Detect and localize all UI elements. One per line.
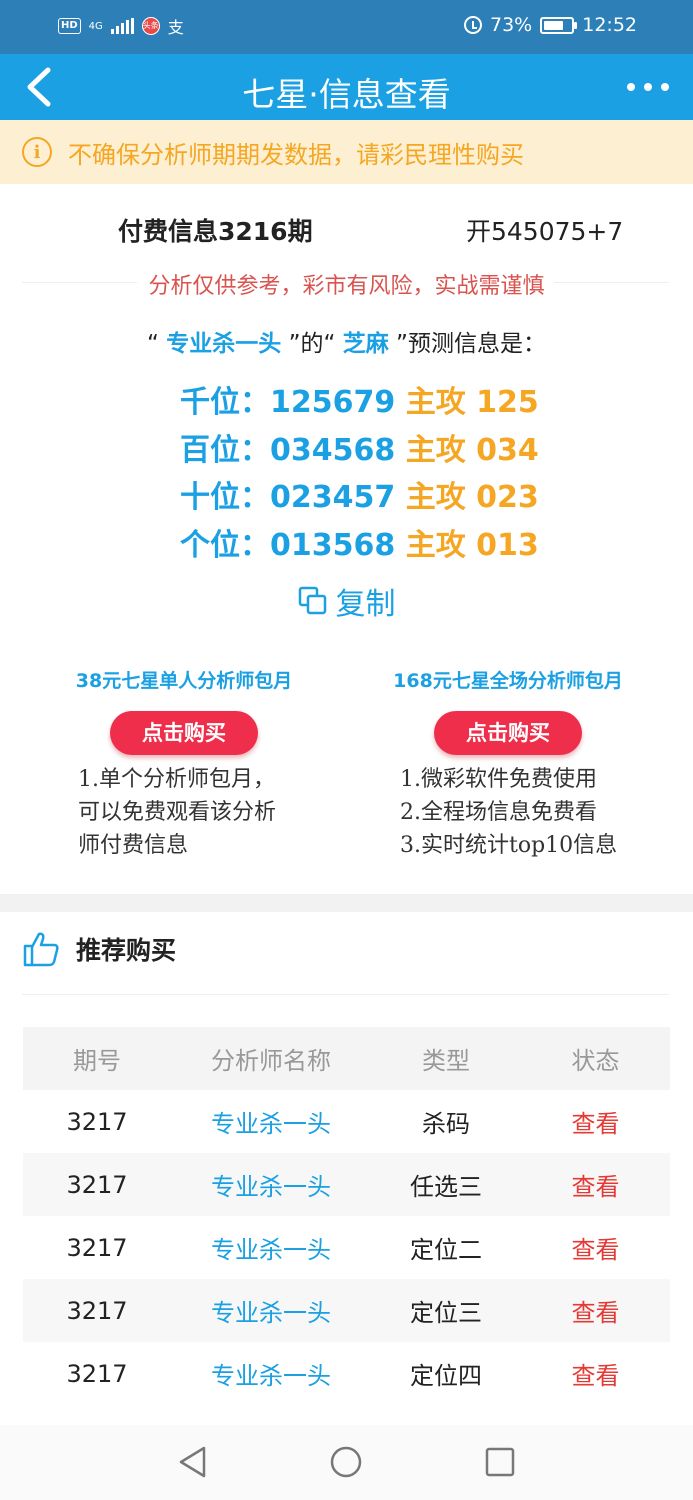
table-header: 期号 分析师名称 类型 状态 — [23, 1027, 670, 1090]
copy-icon — [298, 586, 326, 615]
analyst-link[interactable]: 专业杀一头 — [171, 1230, 371, 1265]
view-link[interactable]: 查看 — [521, 1104, 670, 1139]
quote-end: ”预测信息是： — [396, 331, 546, 357]
digit-row-thousands: 千位：125679 主攻 125 — [180, 385, 539, 420]
back-triangle-icon[interactable] — [176, 1445, 210, 1479]
table-row[interactable]: 3217 专业杀一头 任选三 查看 — [23, 1153, 670, 1216]
hd-icon: HD — [58, 18, 81, 34]
package-all-title: 168元七星全场分析师包月 — [393, 670, 623, 692]
table-row[interactable]: 3217 专业杀一头 定位三 查看 — [23, 1279, 670, 1342]
package-all-desc: 1.微彩软件免费使用 2.全程场信息免费看 3.实时统计top10信息 — [400, 767, 618, 858]
info-card: 付费信息3216期 开545075+7 分析仅供参考，彩市有风险，实战需谨慎 “… — [0, 184, 693, 894]
risk-warning: 分析仅供参考，彩市有风险，实战需谨慎 — [148, 274, 545, 299]
table-row[interactable]: 3217 专业杀一头 杀码 查看 — [23, 1090, 670, 1153]
recommend-section: 推荐购买 期号 分析师名称 类型 状态 3217 专业杀一头 杀码 查看 321… — [0, 912, 693, 1432]
analyst-link[interactable]: 专业杀一头 — [171, 1104, 371, 1139]
alipay-icon: 支 — [167, 18, 184, 37]
nickname: 芝麻 — [342, 331, 389, 357]
battery-icon — [540, 16, 578, 34]
analyst-name: 专业杀一头 — [166, 331, 282, 357]
col-status: 状态 — [571, 1047, 620, 1075]
recommend-title: 推荐购买 — [76, 936, 177, 965]
page-title: 七星·信息查看 — [242, 75, 451, 114]
copy-button[interactable]: 复制 — [0, 579, 693, 623]
view-link[interactable]: 查看 — [521, 1293, 670, 1328]
more-icon[interactable] — [625, 78, 671, 96]
battery-percent: 73% — [490, 14, 533, 36]
analyst-link[interactable]: 专业杀一头 — [171, 1167, 371, 1202]
nav-bar: 七星·信息查看 — [0, 54, 693, 120]
thumbs-up-icon — [23, 932, 59, 967]
recents-square-icon[interactable] — [483, 1445, 517, 1479]
info-icon: i — [22, 137, 52, 167]
notice-text: 不确保分析师期期发数据，请彩民理性购买 — [68, 140, 524, 169]
network-label: 4G — [88, 20, 103, 32]
prediction-digits: 千位：125679 主攻 125 百位：034568 主攻 034 十位：023… — [180, 379, 539, 569]
col-type: 类型 — [422, 1047, 470, 1075]
digit-row-units: 个位：013568 主攻 013 — [180, 527, 539, 563]
battery-fill — [544, 20, 564, 30]
package-all: 168元七星全场分析师包月 点击购买 1.微彩软件免费使用 2.全程场信息免费看 3… — [378, 666, 638, 862]
signal-icon — [110, 18, 134, 34]
clock: 12:52 — [582, 14, 637, 36]
view-link[interactable]: 查看 — [521, 1356, 670, 1391]
digit-row-hundreds: 百位：034568 主攻 034 — [180, 432, 539, 468]
recommend-divider — [22, 994, 669, 995]
system-nav-bar — [0, 1425, 693, 1500]
news-app-icon: 头条 — [141, 17, 160, 35]
digit-row-tens: 十位：023457 主攻 023 — [180, 480, 539, 515]
view-link[interactable]: 查看 — [521, 1167, 670, 1202]
notice-bar: i 不确保分析师期期发数据，请彩民理性购买 — [0, 120, 693, 184]
col-period: 期号 — [73, 1047, 121, 1075]
status-bar: HD 4G 头条 支 73% 12:52 — [0, 0, 693, 54]
analyst-link[interactable]: 专业杀一头 — [171, 1293, 371, 1328]
draw-result: 开545075+7 — [466, 217, 624, 246]
analyst-link[interactable]: 专业杀一头 — [171, 1356, 371, 1391]
package-single: 38元七星单人分析师包月 点击购买 1.单个分析师包月， 可以免费观看该分析 师付费… — [54, 666, 314, 862]
view-link[interactable]: 查看 — [521, 1230, 670, 1265]
table-row[interactable]: 3217 专业杀一头 定位二 查看 — [23, 1216, 670, 1279]
buy-single-button[interactable]: 点击购买 — [110, 711, 258, 755]
prediction-heading: “ 专业杀一头 ”的“ 芝麻 ”预测信息是： — [0, 324, 693, 358]
col-analyst: 分析师名称 — [211, 1047, 331, 1075]
recommend-table: 期号 分析师名称 类型 状态 3217 专业杀一头 杀码 查看 3217 专业杀… — [23, 1027, 670, 1405]
buy-all-button[interactable]: 点击购买 — [434, 711, 582, 755]
home-circle-icon[interactable] — [329, 1445, 363, 1479]
package-single-title: 38元七星单人分析师包月 — [75, 670, 293, 692]
alarm-icon — [464, 16, 482, 34]
period-title: 付费信息3216期 — [118, 217, 313, 246]
quote-open: “ — [147, 331, 159, 357]
quote-mid: ”的“ — [288, 331, 336, 357]
package-single-desc: 1.单个分析师包月， 可以免费观看该分析 师付费信息 — [78, 767, 277, 858]
copy-label: 复制 — [335, 587, 396, 622]
table-row[interactable]: 3217 专业杀一头 定位四 查看 — [23, 1342, 670, 1405]
